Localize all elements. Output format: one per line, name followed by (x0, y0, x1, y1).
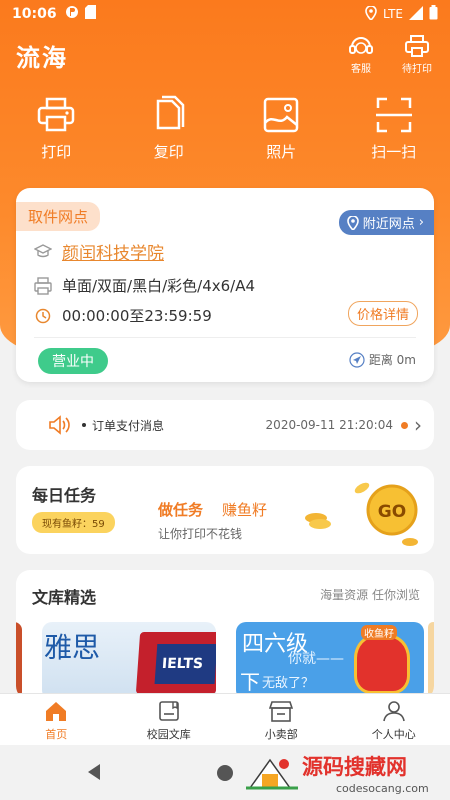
open-status-badge: 营业中 (38, 348, 108, 374)
battery-icon (429, 5, 438, 23)
gold-coins-go-icon[interactable]: GO (300, 472, 420, 550)
pending-print-label: 待打印 (402, 64, 432, 75)
photo-icon (264, 97, 299, 133)
bullet-dot (82, 423, 86, 427)
speaker-icon (49, 415, 70, 435)
clock-icon (34, 308, 52, 324)
navigation-arrow-icon (349, 351, 365, 368)
scan-icon (375, 97, 412, 133)
scan-action[interactable]: 扫一扫 (338, 95, 450, 175)
printer-icon (405, 35, 429, 57)
cet-banner[interactable]: 四六级 你就—— 下 无敌了？ 收鱼籽 (236, 622, 424, 700)
nav-shop-label: 小卖部 (264, 728, 298, 741)
photo-label: 照片 (266, 143, 297, 161)
notification-datetime: 2020-09-11 21:20:04 (265, 418, 393, 432)
app-logo: 流海 (16, 44, 68, 72)
home-icon (46, 702, 67, 721)
copy-icon (156, 95, 184, 130)
status-bar: 10:06 LTE (0, 0, 450, 28)
tasks-subtitle: 让你打印不花钱 (158, 527, 243, 541)
copy-action[interactable]: 复印 (113, 95, 226, 175)
print-modes-text: 单面/双面/黑白/彩色/4x6/A4 (62, 277, 256, 295)
nav-home[interactable]: 首页 (0, 694, 113, 745)
lucky-bag-icon: 收鱼籽 (354, 625, 410, 694)
ielts-banner[interactable]: 雅思 IELTS (42, 622, 216, 700)
unread-dot (401, 421, 408, 429)
sd-card-icon (84, 5, 96, 23)
printer-icon (34, 276, 52, 295)
pickup-point-card: 取件网点 附近网点 › 颜闰科技学院 单面/双面/黑白/彩色/4x6/A4 00… (16, 188, 434, 382)
earn-fish-roe-label: 赚鱼籽 (222, 501, 268, 519)
printer-icon (38, 97, 75, 132)
do-tasks-label: 做任务 (158, 501, 204, 519)
school-name-link[interactable]: 颜闰科技学院 (62, 239, 164, 264)
ielts-book-icon: IELTS (135, 632, 216, 694)
cet-banner-line3: 无敌了？ (262, 676, 315, 691)
pending-print-button[interactable]: 待打印 (392, 34, 442, 75)
app-notification-icon (65, 5, 79, 23)
business-hours-row: 00:00:00至23:59:59 (34, 305, 212, 326)
daily-tasks-title: 每日任务 (32, 486, 97, 505)
nav-profile[interactable]: 个人中心 (338, 694, 450, 745)
banner-edge-right[interactable] (428, 622, 434, 700)
lucky-bag-label: 收鱼籽 (361, 625, 397, 640)
cet-banner-line1: 你就—— (288, 651, 344, 667)
bottom-navigation: 首页 校园文库 小卖部 个人中心 (0, 693, 450, 745)
shop-icon (269, 701, 294, 722)
chevron-right-icon: › (414, 413, 422, 437)
fish-roe-balance-badge: 现有鱼籽：59 (32, 512, 115, 533)
library-hint: 海量资源 任你浏览 (320, 588, 420, 602)
distance-text: 距离 0m (368, 353, 416, 367)
back-icon[interactable] (86, 763, 102, 781)
print-modes-row: 单面/双面/黑白/彩色/4x6/A4 (34, 275, 255, 296)
nav-shop[interactable]: 小卖部 (225, 694, 338, 745)
nav-library[interactable]: 校园文库 (113, 694, 226, 745)
location-icon (346, 215, 359, 230)
print-action[interactable]: 打印 (0, 95, 113, 175)
location-icon (365, 4, 377, 23)
copy-label: 复印 (153, 143, 184, 161)
network-type-label: LTE (383, 7, 403, 21)
watermark-title: 源码搜藏网 (302, 755, 407, 779)
business-hours-text: 00:00:00至23:59:59 (62, 307, 212, 325)
notification-message: 订单支付消息 (92, 418, 165, 433)
app-bar: 流海 客服 待打印 (0, 32, 450, 82)
school-row[interactable]: 颜闰科技学院 (34, 239, 164, 264)
card-divider (34, 337, 416, 338)
nav-profile-label: 个人中心 (371, 728, 416, 741)
library-featured-card: 文库精选 海量资源 任你浏览 雅思 IELTS 四六级 你就—— 下 无敌了？ … (16, 570, 434, 700)
nearby-points-label: 附近网点 (362, 217, 415, 232)
watermark-logo: 源码搜藏网 codesocang.com (246, 755, 429, 795)
chevron-right-icon: › (418, 215, 424, 230)
watermark-url: codesocang.com (336, 782, 429, 795)
pickup-point-tag: 取件网点 (16, 202, 101, 231)
customer-service-button[interactable]: 客服 (336, 34, 386, 75)
signal-icon (409, 5, 423, 23)
library-title: 文库精选 (32, 588, 97, 607)
price-details-button[interactable]: 价格详情 (347, 301, 418, 326)
print-label: 打印 (41, 143, 72, 161)
quick-actions: 打印 复印 照片 扫一扫 (0, 95, 450, 175)
library-icon (158, 701, 179, 721)
distance-info: 距离 0m (349, 351, 416, 368)
go-text: GO (378, 502, 406, 522)
nearby-points-button[interactable]: 附近网点 › (338, 210, 434, 235)
nav-library-label: 校园文库 (146, 728, 191, 741)
user-icon (382, 701, 405, 722)
photo-action[interactable]: 照片 (225, 95, 338, 175)
cet-banner-line2: 下 (240, 670, 260, 694)
customer-service-icon (349, 37, 373, 54)
ielts-banner-title: 雅思 (44, 631, 101, 664)
graduation-cap-icon (34, 243, 52, 260)
nav-home-label: 首页 (45, 728, 68, 741)
daily-tasks-card[interactable]: 每日任务 现有鱼籽：59 做任务 赚鱼籽 让你打印不花钱 GO (16, 466, 434, 554)
home-circle-icon[interactable] (216, 764, 234, 782)
ielts-book-label: IELTS (161, 656, 204, 672)
notification-bar[interactable]: 订单支付消息 2020-09-11 21:20:04 › (16, 400, 434, 450)
customer-service-label: 客服 (351, 64, 371, 75)
status-time: 10:06 (12, 6, 57, 22)
banner-edge-left[interactable] (16, 622, 22, 700)
scan-label: 扫一扫 (371, 143, 417, 161)
